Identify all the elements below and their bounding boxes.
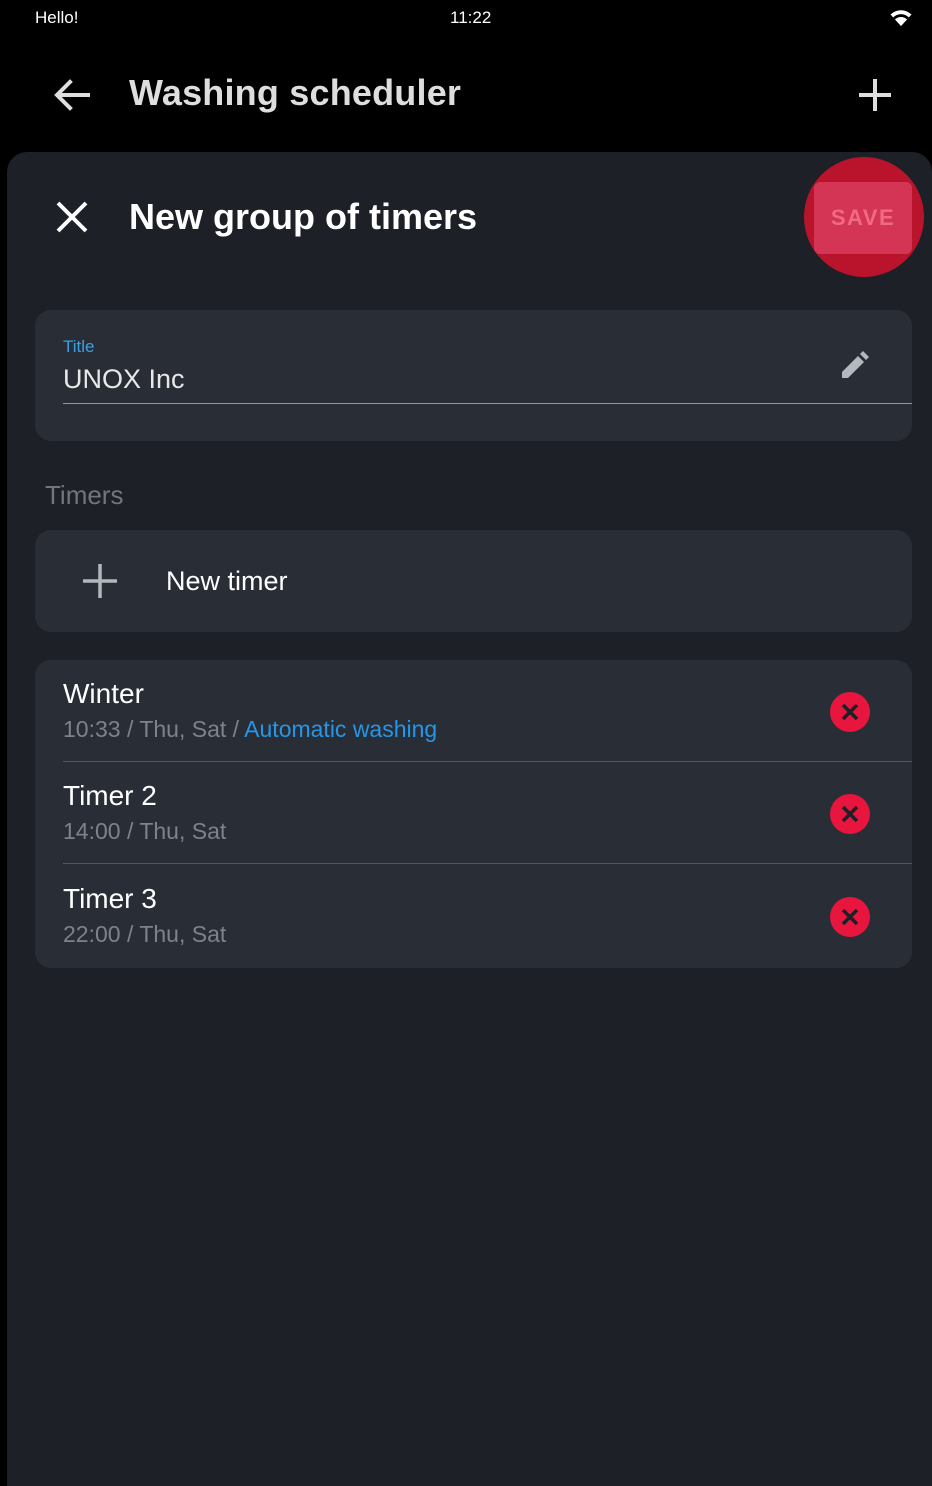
timer-details: 10:33 / Thu, Sat / Automatic washing: [63, 716, 438, 742]
delete-timer-icon[interactable]: [830, 897, 870, 937]
app-title: Washing scheduler: [129, 72, 462, 113]
wifi-icon: [890, 9, 912, 27]
delete-timer-icon[interactable]: [830, 692, 870, 732]
save-button[interactable]: SAVE: [814, 182, 912, 254]
close-icon: [56, 201, 88, 233]
timer-row[interactable]: Winter 10:33 / Thu, Sat / Automatic wash…: [35, 660, 912, 762]
timer-time: 14:00: [63, 818, 121, 844]
status-bar: Hello! 11:22: [7, 0, 932, 40]
status-time: 11:22: [450, 8, 492, 27]
app-bar: Washing scheduler: [7, 40, 932, 152]
timer-details: 22:00 / Thu, Sat: [63, 921, 227, 947]
timer-time: 22:00: [63, 921, 121, 947]
timer-details: 14:00 / Thu, Sat: [63, 818, 227, 844]
sheet-header: New group of timers SAVE: [7, 152, 932, 282]
divider: [63, 862, 912, 864]
plus-icon: [83, 564, 117, 598]
timer-row[interactable]: Timer 2 14:00 / Thu, Sat: [35, 762, 912, 864]
add-group-button[interactable]: [850, 70, 900, 120]
title-field[interactable]: Title UNOX Inc: [63, 334, 912, 404]
arrow-left-icon: [54, 79, 90, 111]
timer-mode: Automatic washing: [244, 716, 438, 742]
timer-name: Timer 2: [63, 780, 157, 811]
pencil-icon[interactable]: [834, 346, 874, 386]
timers-section-label: Timers: [45, 480, 124, 510]
new-timer-button[interactable]: New timer: [35, 530, 912, 632]
timer-days: Thu, Sat: [139, 921, 227, 947]
back-button[interactable]: [47, 70, 97, 120]
device-screen: Hello! 11:22 Washing scheduler New group…: [7, 0, 932, 1486]
timer-time: 10:33: [63, 716, 121, 742]
status-greeting: Hello!: [35, 8, 79, 27]
sheet-title: New group of timers: [129, 196, 478, 237]
title-field-label: Title: [63, 337, 95, 356]
timer-row[interactable]: Timer 3 22:00 / Thu, Sat: [35, 865, 912, 967]
title-field-value[interactable]: UNOX Inc: [63, 364, 185, 395]
new-group-sheet: New group of timers SAVE Title UNOX Inc …: [7, 152, 932, 1486]
delete-timer-icon[interactable]: [830, 794, 870, 834]
timer-days: Thu, Sat: [139, 818, 227, 844]
timer-list: Winter 10:33 / Thu, Sat / Automatic wash…: [35, 660, 912, 968]
new-timer-label: New timer: [166, 566, 288, 596]
timer-name: Timer 3: [63, 883, 157, 914]
close-button[interactable]: [47, 192, 97, 242]
plus-icon: [859, 79, 891, 111]
title-card: Title UNOX Inc: [35, 310, 912, 441]
timer-name: Winter: [63, 678, 144, 709]
timer-days: Thu, Sat: [139, 716, 227, 742]
